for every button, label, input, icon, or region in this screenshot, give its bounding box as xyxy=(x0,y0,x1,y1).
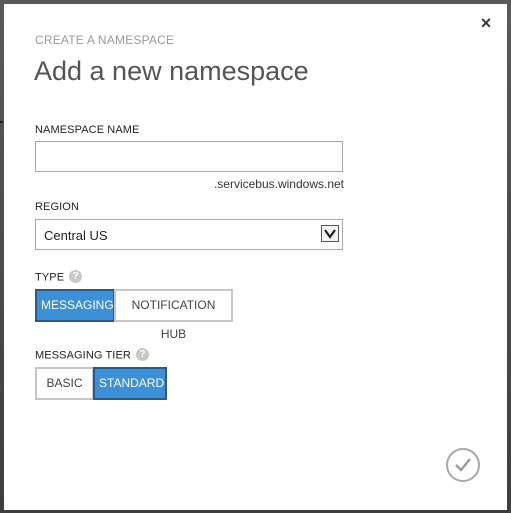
create-namespace-dialog: × CREATE A NAMESPACE Add a new namespace… xyxy=(4,4,507,510)
dialog-title: Add a new namespace xyxy=(34,56,309,86)
help-icon[interactable]: ? xyxy=(135,348,149,361)
type-messaging-button[interactable]: MESSAGING xyxy=(35,289,115,322)
region-label: REGION xyxy=(35,201,79,213)
namespace-name-input[interactable] xyxy=(35,141,343,172)
type-label-text: TYPE xyxy=(35,271,65,284)
dialog-subtitle: CREATE A NAMESPACE xyxy=(35,33,175,47)
chevron-down-icon[interactable] xyxy=(321,225,339,242)
messaging-tier-toggle-group: BASIC STANDARD xyxy=(35,367,167,400)
region-select[interactable]: Central US xyxy=(35,219,343,250)
help-icon[interactable]: ? xyxy=(69,270,83,283)
tier-basic-button[interactable]: BASIC xyxy=(35,367,94,400)
checkmark-icon xyxy=(455,458,471,472)
background-mark xyxy=(0,121,3,123)
type-label: TYPE? xyxy=(35,270,83,284)
messaging-tier-label-text: MESSAGING TIER xyxy=(35,349,131,362)
close-icon[interactable]: × xyxy=(478,14,494,32)
type-notification-hub-button[interactable]: NOTIFICATION HUB xyxy=(114,289,233,341)
confirm-button[interactable] xyxy=(446,448,480,482)
region-selected-value: Central US xyxy=(44,228,108,243)
namespace-suffix: .servicebus.windows.net xyxy=(213,177,344,191)
namespace-name-label: NAMESPACE NAME xyxy=(35,124,140,136)
messaging-tier-label: MESSAGING TIER? xyxy=(35,348,149,362)
tier-standard-button[interactable]: STANDARD xyxy=(93,367,167,400)
type-toggle-group: MESSAGING NOTIFICATION HUB xyxy=(35,289,233,341)
